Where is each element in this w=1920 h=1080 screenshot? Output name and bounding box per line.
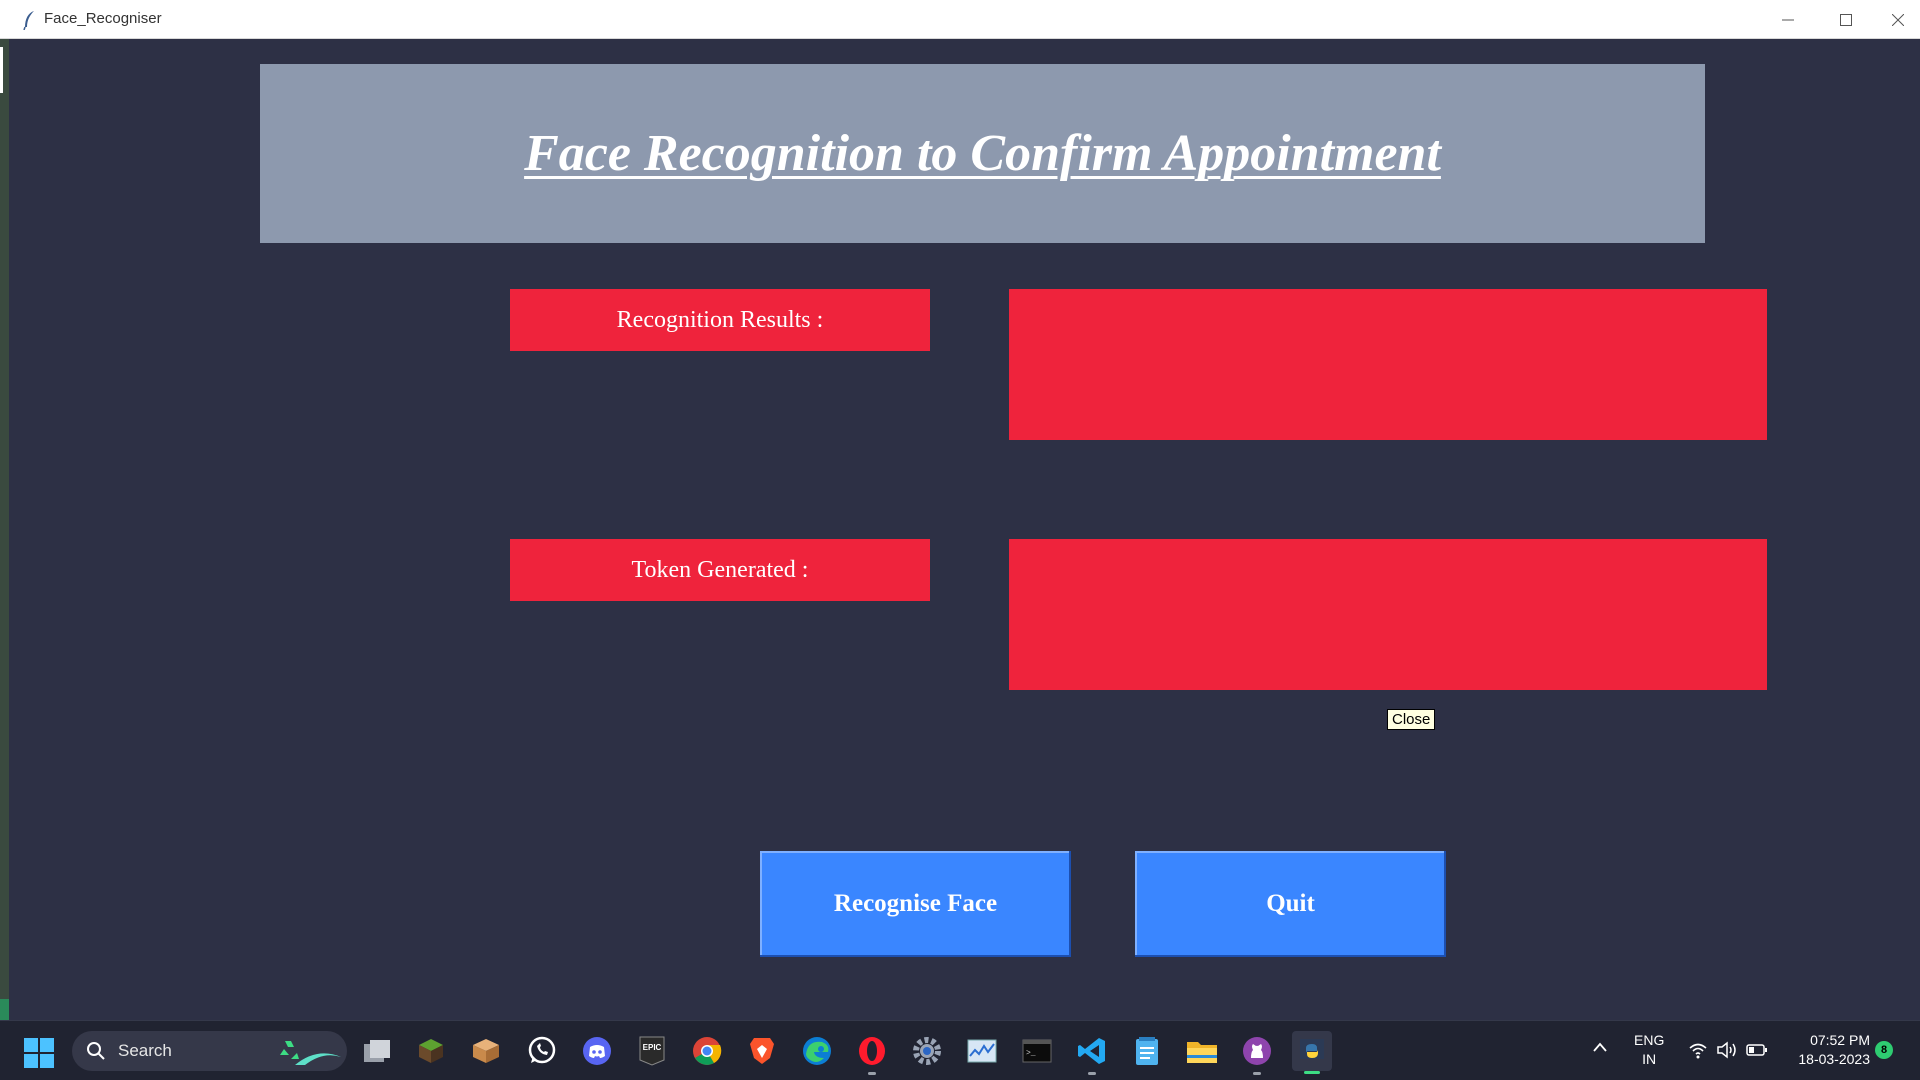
edge-marker [0,47,3,93]
clock[interactable]: 07:52 PM 18-03-2023 [1780,1031,1870,1069]
token-generated-value [1009,539,1767,690]
volume-icon[interactable] [1716,1041,1738,1059]
desktop-edge [0,39,9,1020]
task-view-icon[interactable] [360,1034,394,1068]
chevron-up-icon[interactable] [1592,1041,1608,1053]
language-code: ENG [1634,1032,1665,1048]
minimize-icon [1782,19,1794,20]
settings-gear-icon[interactable] [910,1034,944,1068]
feather-icon [23,11,34,30]
notification-badge[interactable]: 8 [1875,1041,1893,1059]
clock-date: 18-03-2023 [1798,1051,1870,1067]
window-title: Face_Recogniser [44,10,162,27]
clock-time: 07:52 PM [1810,1032,1870,1048]
recognise-face-button[interactable]: Recognise Face [760,851,1071,957]
svg-text:>_: >_ [1026,1049,1036,1058]
python-icon[interactable] [1292,1031,1332,1074]
opera-icon[interactable] [855,1034,889,1075]
quit-button[interactable]: Quit [1135,851,1446,957]
search-placeholder: Search [118,1041,172,1060]
terminal-icon[interactable]: >_ [1020,1034,1054,1068]
windows-start-icon[interactable] [24,1038,54,1068]
edge-marker [0,999,9,1020]
active-indicator [1304,1071,1320,1074]
recognition-results-label: Recognition Results : [510,289,930,351]
notepad-icon[interactable] [1130,1034,1164,1068]
maximize-button[interactable] [1817,0,1875,39]
svg-text:EPIC: EPIC [643,1043,662,1052]
minimize-button[interactable] [1759,0,1817,39]
language-indicator[interactable]: ENG IN [1634,1031,1664,1069]
close-icon [1891,13,1904,26]
maximize-icon [1840,13,1852,26]
epic-games-icon[interactable]: EPIC [635,1034,669,1068]
close-button[interactable] [1875,0,1920,39]
running-indicator [1088,1072,1096,1075]
tooltip: Close [1387,709,1436,730]
file-explorer-icon[interactable] [1185,1034,1219,1068]
resource-monitor-icon[interactable] [965,1034,999,1068]
wifi-icon[interactable] [1688,1041,1708,1059]
region-code: IN [1642,1051,1657,1067]
whatsapp-icon[interactable] [525,1034,559,1068]
running-indicator [868,1072,876,1075]
header-panel: Face Recognition to Confirm Appointment [260,64,1705,243]
discord-icon[interactable] [580,1034,614,1068]
chrome-icon[interactable] [690,1034,724,1068]
package-icon[interactable] [469,1034,503,1068]
recognition-results-value [1009,289,1767,440]
edge-icon[interactable] [800,1034,834,1068]
token-generated-label: Token Generated : [510,539,930,601]
recycle-icon [280,1041,341,1065]
vscode-icon[interactable] [1075,1034,1109,1075]
search-icon [87,1042,105,1060]
github-icon[interactable] [1240,1034,1274,1075]
taskbar: Search EPIC >_ ENG IN 07:52 PM 18-03-202… [0,1020,1920,1080]
brave-icon[interactable] [745,1034,779,1068]
battery-icon[interactable] [1746,1041,1768,1059]
taskbar-search[interactable]: Search [72,1031,347,1071]
running-indicator [1253,1072,1261,1075]
minecraft-icon[interactable] [414,1034,448,1068]
window-titlebar: Face_Recogniser [0,0,1920,39]
page-title: Face Recognition to Confirm Appointment [524,125,1441,182]
